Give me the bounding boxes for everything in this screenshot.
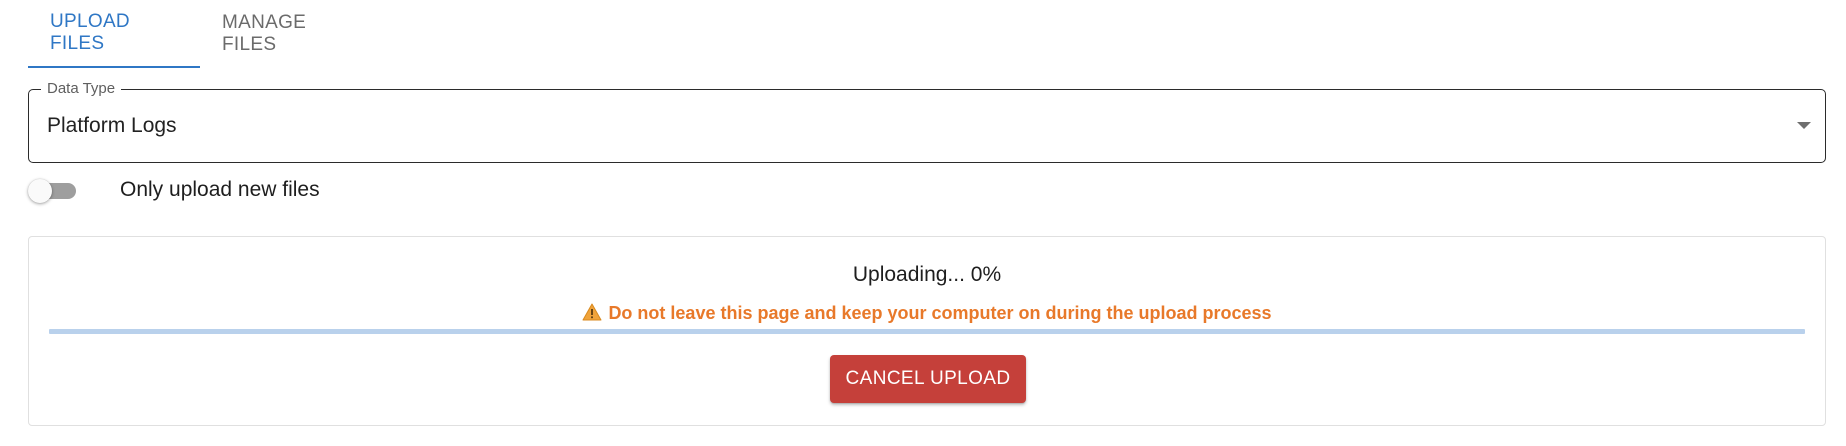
upload-warning-text: Do not leave this page and keep your com… [608,303,1272,323]
tab-manage-files[interactable]: MANAGE FILES [200,0,378,68]
toggle-thumb [28,179,52,203]
upload-warning: Do not leave this page and keep your com… [29,303,1825,324]
upload-status-text: Uploading... 0% [852,263,1002,286]
only-new-files-toggle[interactable] [28,174,78,206]
tab-manage-files-label: MANAGE FILES [222,12,307,55]
upload-panel: Uploading... 0% Do not leave this page a… [28,236,1826,426]
tab-bar: UPLOAD FILES MANAGE FILES [28,0,378,68]
data-type-select[interactable]: Data Type Platform Logs [28,79,1826,163]
only-new-files-row: Only upload new files [28,174,320,206]
chevron-down-icon [1797,122,1811,129]
cancel-upload-button[interactable]: CANCEL UPLOAD [830,355,1026,403]
data-type-value: Platform Logs [47,114,177,137]
tab-upload-files[interactable]: UPLOAD FILES [28,0,200,68]
only-new-files-label: Only upload new files [120,178,320,201]
warning-icon [582,303,602,321]
tab-upload-files-label: UPLOAD FILES [50,11,130,54]
upload-progress-bar [49,329,1805,334]
